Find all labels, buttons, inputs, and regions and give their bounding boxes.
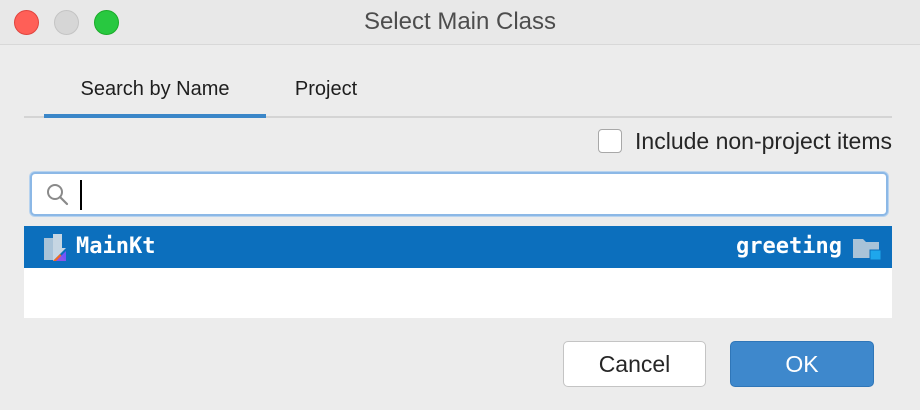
text-cursor <box>80 180 82 210</box>
module-folder-icon <box>852 236 882 265</box>
results-list[interactable]: MainKt greeting <box>24 226 892 318</box>
include-non-project-checkbox[interactable] <box>598 129 623 153</box>
include-non-project-option[interactable]: Include non-project items <box>598 126 892 156</box>
ok-button[interactable]: OK <box>730 341 874 387</box>
tab-bar: Search by Name Project <box>24 70 892 118</box>
module-name: greeting <box>736 234 842 259</box>
include-non-project-label: Include non-project items <box>635 127 892 154</box>
cancel-button[interactable]: Cancel <box>563 341 706 387</box>
tab-project[interactable]: Project <box>286 70 366 116</box>
result-row-mainkt[interactable]: MainKt greeting <box>24 226 892 268</box>
search-icon <box>46 183 70 212</box>
kotlin-class-icon <box>42 234 68 267</box>
search-input[interactable] <box>78 178 872 212</box>
title-bar: Select Main Class <box>0 0 920 45</box>
tab-search-by-name[interactable]: Search by Name <box>44 70 266 118</box>
search-field[interactable] <box>30 172 888 216</box>
class-name: MainKt <box>76 234 156 259</box>
window-title: Select Main Class <box>363 8 557 35</box>
